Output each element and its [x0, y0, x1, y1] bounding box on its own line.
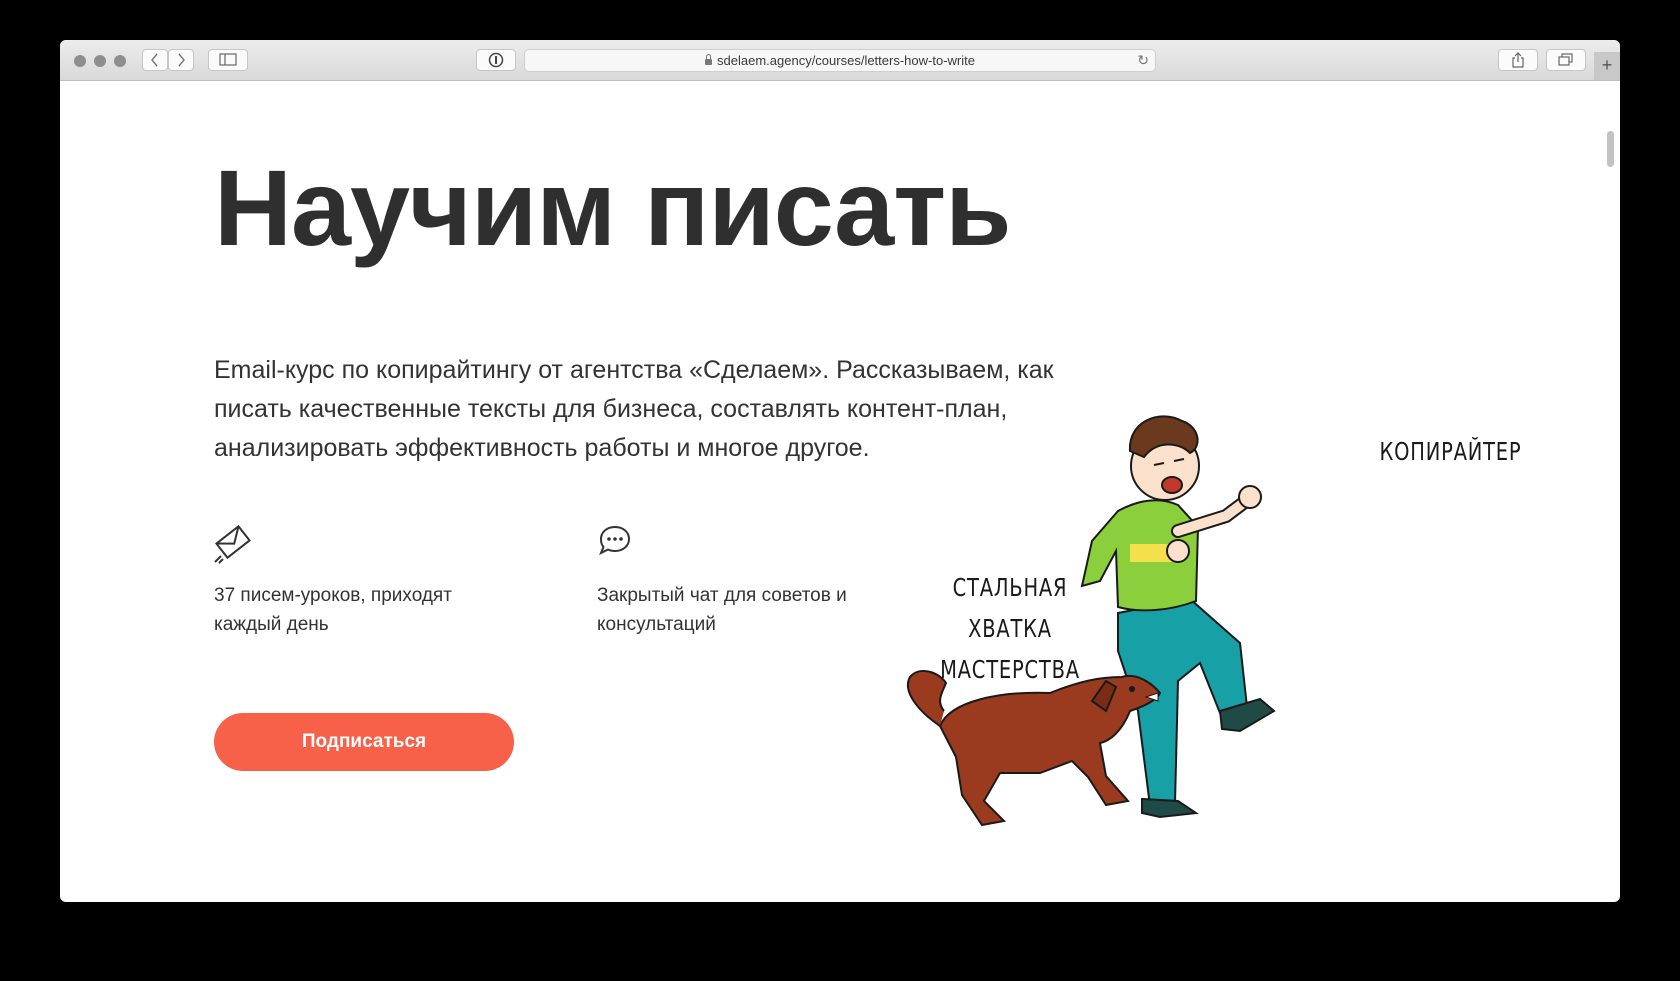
reload-icon[interactable]: ↻ [1137, 50, 1149, 71]
tabs-icon [1558, 53, 1573, 66]
copywriter-dog-illustration [907, 415, 1276, 827]
page-title: Научим писать [214, 147, 1011, 268]
share-button[interactable] [1498, 49, 1538, 71]
subscribe-button[interactable]: Подписаться [214, 713, 514, 771]
sidebar-button[interactable] [208, 49, 248, 71]
share-icon [1512, 52, 1524, 68]
back-button[interactable] [142, 49, 168, 71]
feature-letters: 37 писем-уроков, приходят каждый день [214, 585, 452, 635]
browser-window: sdelaem.agency/courses/letters-how-to-wr… [60, 40, 1620, 902]
feature-chat: Закрытый чат для советов и консультаций [597, 585, 847, 635]
url-text: sdelaem.agency/courses/letters-how-to-wr… [717, 53, 975, 68]
minimize-window-button[interactable] [94, 55, 106, 67]
sidebar-icon [219, 53, 237, 66]
forward-button[interactable] [168, 49, 194, 71]
zoom-window-button[interactable] [114, 55, 126, 67]
close-window-button[interactable] [74, 55, 86, 67]
lock-icon [705, 54, 713, 65]
tabs-overview-button[interactable] [1546, 49, 1586, 71]
scrollbar-thumb[interactable] [1607, 131, 1614, 167]
onepassword-icon [488, 52, 504, 68]
address-bar[interactable]: sdelaem.agency/courses/letters-how-to-wr… [524, 49, 1156, 72]
chevron-left-icon [151, 53, 158, 67]
password-manager-button[interactable] [476, 49, 516, 71]
page-content: Научим писать Email-курс по копирайтингу… [60, 81, 1620, 902]
browser-toolbar: sdelaem.agency/courses/letters-how-to-wr… [60, 40, 1620, 81]
chevron-right-icon [178, 53, 185, 67]
envelope-icon [214, 524, 251, 564]
chat-bubble-icon [599, 525, 631, 556]
new-tab-button[interactable]: + [1594, 52, 1620, 80]
